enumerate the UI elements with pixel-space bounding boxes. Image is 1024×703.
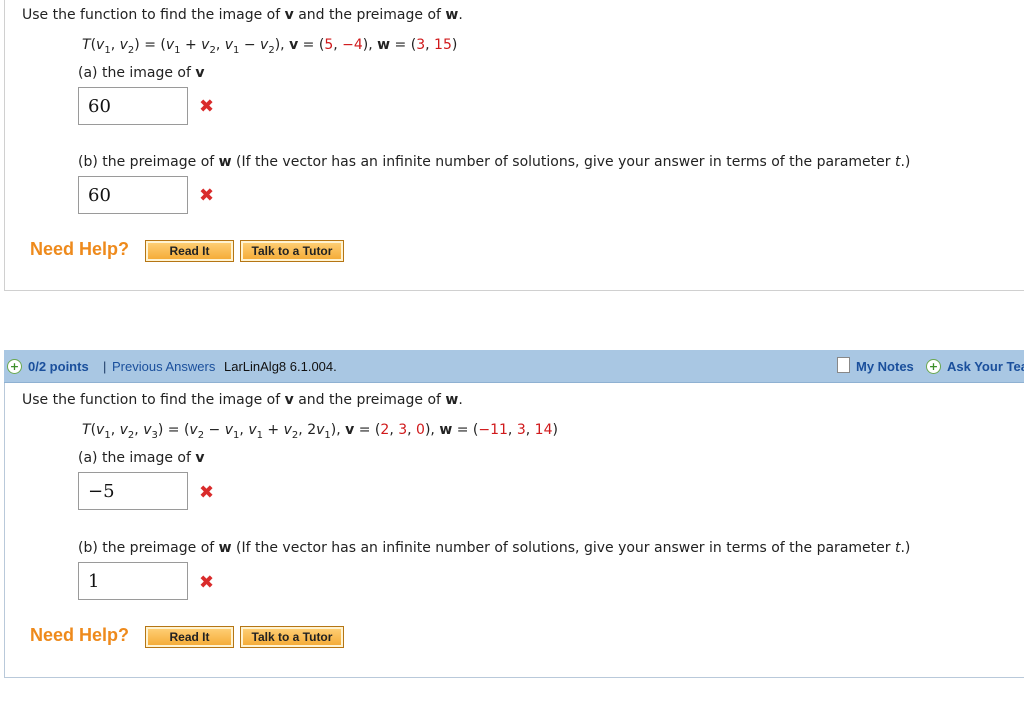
plus-circle-icon[interactable]: +: [7, 359, 22, 374]
q2-read-it-button[interactable]: Read It: [145, 626, 234, 648]
x-mark-icon: ✖: [199, 572, 215, 593]
notes-icon[interactable]: [837, 357, 850, 373]
ask-your-teacher-link[interactable]: Ask Your Tea: [947, 359, 1024, 374]
q2-part-b-label: (b) the preimage of w (If the vector has…: [78, 540, 911, 556]
question-source: LarLinAlg8 6.1.004.: [224, 359, 337, 374]
q1-part-a-label: (a) the image of v: [78, 65, 205, 81]
q1-intro: Use the function to find the image of v …: [22, 7, 463, 23]
q1-part-a-answer-field[interactable]: 60: [78, 87, 188, 125]
q2-part-a-label: (a) the image of v: [78, 450, 205, 466]
q1-read-it-button[interactable]: Read It: [145, 240, 234, 262]
previous-answers-link[interactable]: Previous Answers: [112, 359, 215, 374]
q1-need-help-label: Need Help?: [30, 239, 130, 259]
q1-formula: T(v1, v2) = (v1 + v2, v1 − v2), v = (5, …: [82, 37, 458, 56]
x-mark-icon: ✖: [199, 482, 215, 503]
my-notes-link[interactable]: My Notes: [856, 359, 914, 374]
header-separator: |: [103, 359, 107, 374]
q2-header-bar: + 0/2 points | Previous Answers LarLinAl…: [4, 350, 1024, 383]
q2-points: 0/2 points: [28, 359, 89, 374]
q2-part-a-answer-field[interactable]: −5: [78, 472, 188, 510]
q2-formula: T(v1, v2, v3) = (v2 − v1, v1 + v2, 2v1),…: [82, 422, 558, 441]
q2-intro: Use the function to find the image of v …: [22, 392, 463, 408]
q2-talk-to-tutor-button[interactable]: Talk to a Tutor: [240, 626, 344, 648]
q1-part-b-label: (b) the preimage of w (If the vector has…: [78, 154, 911, 170]
x-mark-icon: ✖: [199, 96, 215, 117]
plus-circle-icon[interactable]: +: [926, 359, 941, 374]
q2-need-help-label: Need Help?: [30, 625, 130, 645]
q1-part-b-answer-field[interactable]: 60: [78, 176, 188, 214]
q2-part-b-answer-field[interactable]: 1: [78, 562, 188, 600]
x-mark-icon: ✖: [199, 185, 215, 206]
q1-talk-to-tutor-button[interactable]: Talk to a Tutor: [240, 240, 344, 262]
